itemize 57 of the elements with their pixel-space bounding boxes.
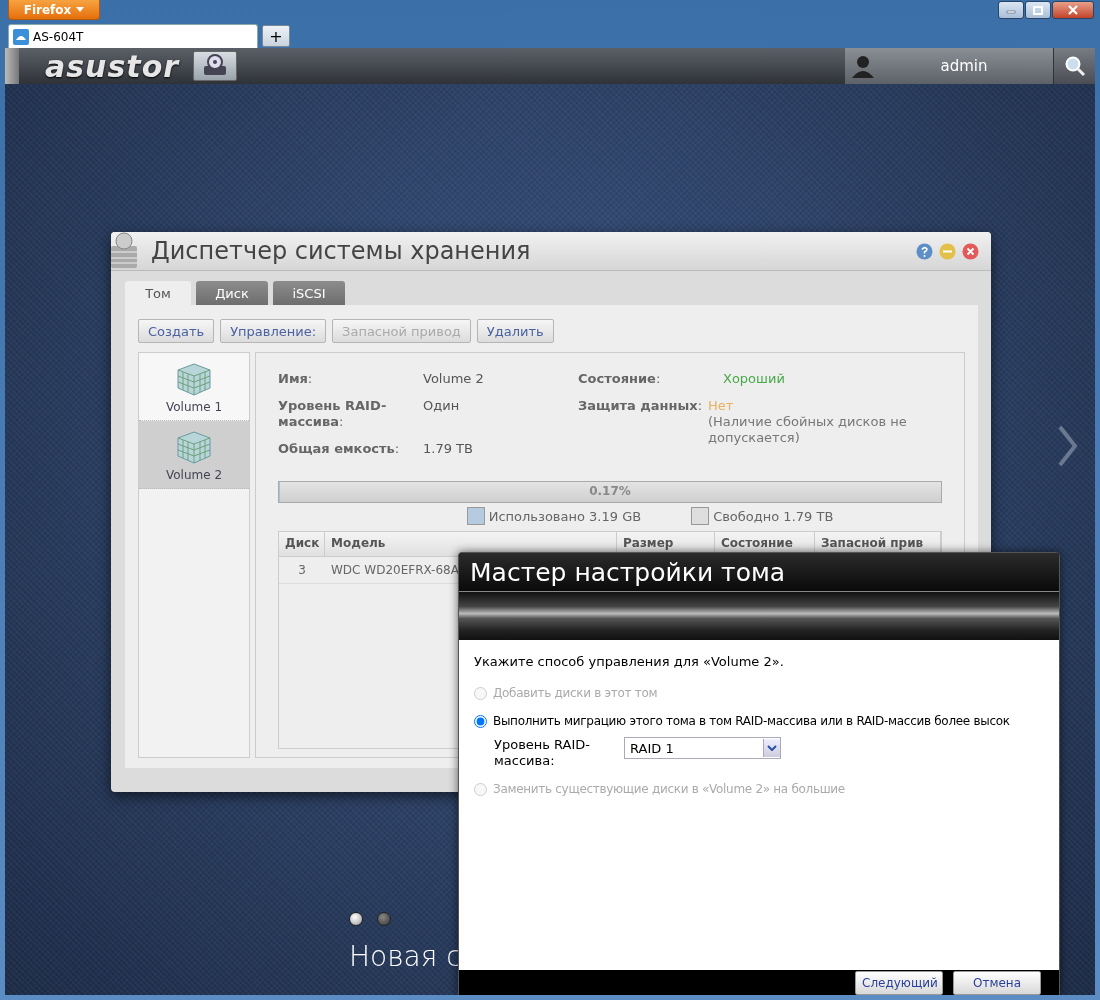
maximize-icon: [1033, 5, 1043, 15]
grip-handle[interactable]: [5, 48, 19, 84]
free-swatch: [691, 507, 710, 525]
toolbar-button[interactable]: Удалить: [476, 319, 554, 343]
field-value: Volume 2: [423, 371, 484, 387]
new-tab-button[interactable]: +: [262, 25, 290, 47]
table-cell-text: 3: [297, 562, 307, 579]
dialog-button[interactable]: Отмена: [953, 971, 1041, 995]
field-label: Уровень RAID-массива:: [493, 737, 591, 769]
volume-item[interactable]: Volume 2: [139, 421, 249, 489]
field-label: Общая емкость:: [278, 441, 401, 457]
field-label: Имя:: [278, 371, 314, 387]
field-label: Защита данных:: [578, 398, 704, 415]
carousel-dot[interactable]: [377, 912, 391, 926]
toolbar-button[interactable]: Создать: [138, 319, 215, 343]
search-icon: [1063, 55, 1086, 77]
usage-percent: 0.17%: [588, 484, 632, 498]
legend-label: Свободно 1.79 TB: [713, 508, 834, 524]
column-header[interactable]: Диск: [279, 532, 325, 556]
raid-level-dropdown[interactable]: RAID 1: [624, 737, 781, 759]
logo: asustor: [45, 48, 180, 84]
field-note: (Наличие сбойных дисков не допускается): [708, 414, 908, 446]
radio-option[interactable]: Выполнить миграцию этого тома в том RAID-массива или в RAID-массив более высок: [474, 713, 1059, 729]
field-value: 1.79 TB: [423, 441, 473, 457]
used-swatch: [466, 507, 485, 525]
table-cell-text: WDC WD20EFRX-68A: [330, 562, 460, 579]
search-button[interactable]: [1053, 48, 1095, 84]
user-panel[interactable]: admin: [845, 48, 1053, 84]
minimize-button[interactable]: [998, 1, 1024, 19]
user-icon: [851, 54, 875, 78]
radio-button[interactable]: [474, 714, 487, 728]
field-label: Состояние:: [578, 371, 662, 387]
field-value: Один: [423, 398, 460, 415]
volume-item[interactable]: Volume 1: [139, 353, 249, 421]
site-icon: [13, 28, 29, 45]
dialog-button[interactable]: Следующий: [855, 971, 943, 995]
prompt-text: Укажите способ управления для «Volume 2».: [474, 654, 785, 669]
toolbar-button[interactable]: Управление:: [220, 319, 327, 343]
legend-label: Использовано 3.19 GB: [488, 508, 642, 524]
close-icon: [1068, 5, 1078, 15]
dialog-title: Мастер настройки тома: [470, 557, 786, 587]
window-title: Диспетчер системы хранения: [151, 237, 532, 265]
tab[interactable]: iSCSI: [273, 281, 345, 305]
maximize-button[interactable]: [1025, 1, 1051, 19]
close-button[interactable]: [1052, 1, 1094, 19]
status-value: Нет: [708, 398, 735, 414]
status-value: Хороший: [723, 371, 785, 387]
browser-tab[interactable]: AS-604T: [8, 24, 258, 48]
caret-icon: [76, 7, 85, 12]
tab[interactable]: Том: [125, 281, 191, 305]
chevron-down-icon: [767, 745, 777, 751]
nas-button[interactable]: [193, 51, 238, 81]
close-icon[interactable]: [962, 242, 979, 260]
help-icon[interactable]: [916, 242, 933, 260]
field-label: Уровень RAID-массива:: [278, 398, 388, 430]
carousel-dot[interactable]: [349, 912, 363, 926]
tab[interactable]: Диск: [196, 281, 268, 305]
